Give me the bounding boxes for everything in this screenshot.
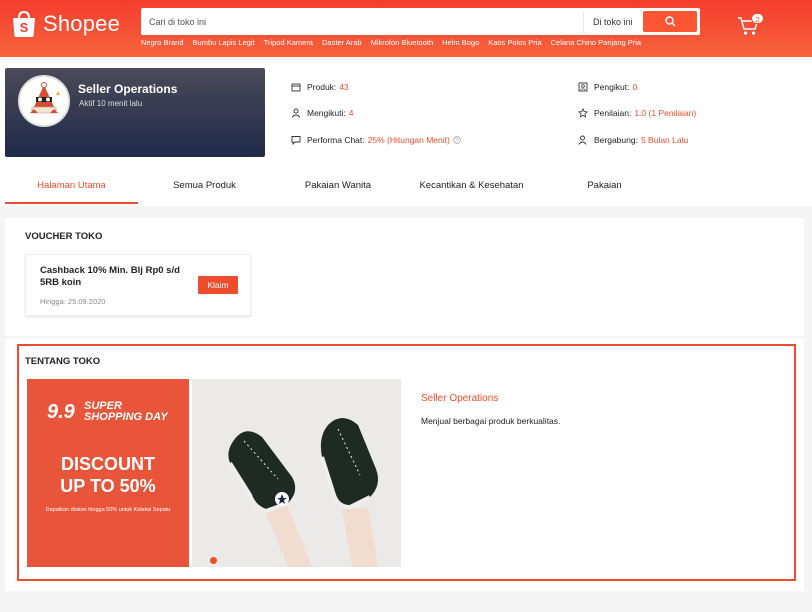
banner-discount: DISCOUNT UP TO 50% [27, 453, 189, 497]
cart-count-badge: 2 [751, 13, 764, 24]
search-input[interactable] [141, 8, 583, 35]
keyword-link[interactable]: Bumbu Lapis Legit [193, 38, 255, 47]
stat-bergabung-value: 5 Bulan Lalu [640, 135, 689, 145]
shop-name: Seller Operations [78, 82, 178, 96]
search-button[interactable] [643, 11, 697, 32]
voucher-section-title: VOUCHER TOKO [25, 231, 103, 242]
stat-bergabung: Bergabung: 5 Bulan Lalu [578, 135, 688, 145]
stat-pengikut: Pengikut: 0 [578, 82, 637, 92]
banner-discount-line2: UP TO 50% [60, 476, 156, 496]
shop-mascot-icon [20, 77, 68, 125]
user-check-icon [578, 135, 587, 145]
voucher-expiry: Hingga: 25.09.2020 [40, 297, 106, 306]
stat-penilaian: Penilaian: 1.0 (1 Penilaian) [578, 108, 696, 118]
store-icon [291, 83, 301, 92]
stat-mengikuti: Mengikuti: 4 [291, 108, 353, 118]
stat-performa-label: Performa Chat: [307, 135, 365, 145]
chat-icon [291, 136, 301, 145]
about-shop-name: Seller Operations [421, 393, 499, 404]
stat-produk: Produk: 43 [291, 82, 349, 92]
tab-pakaian[interactable]: Pakaian [538, 170, 671, 204]
banner-headline: 9.9 SUPER SHOPPING DAY [47, 401, 168, 424]
tab-halaman-utama[interactable]: Halaman Utama [5, 170, 138, 204]
search-icon [664, 16, 675, 27]
stat-penilaian-label: Penilaian: [594, 108, 632, 118]
about-section-title: TENTANG TOKO [25, 356, 101, 367]
banner-discount-line1: DISCOUNT [61, 454, 155, 474]
about-section: TENTANG TOKO 9.9 SUPER SHOPPING DAY DISC… [5, 339, 804, 591]
stat-bergabung-label: Bergabung: [594, 135, 638, 145]
about-shop-description: Menjual berbagai produk berkualitas. [421, 416, 561, 426]
banner-event: SUPER SHOPPING DAY [84, 401, 168, 423]
stat-penilaian-value: 1.0 (1 Penilaian) [634, 108, 697, 118]
stat-mengikuti-value: 4 [348, 108, 354, 118]
voucher-card: Cashback 10% Min. Blj Rp0 s/d 5RB koin H… [25, 254, 251, 316]
search-scope-label: Di toko ini [593, 16, 633, 27]
tab-pakaian-wanita[interactable]: Pakaian Wanita [271, 170, 405, 204]
banner-number: 9.9 [47, 401, 75, 423]
help-icon[interactable]: ? [453, 136, 461, 144]
tab-kecantikan-kesehatan[interactable]: Kecantikan & Kesehatan [405, 170, 538, 204]
star-icon [578, 108, 588, 118]
keyword-link[interactable]: Tripod Kamera [264, 38, 313, 47]
brand-name: Shopee [43, 11, 121, 36]
shopping-bag-icon: S [13, 10, 35, 37]
trending-keywords: Negro Brand Bumbu Lapis Legit Tripod Kam… [141, 38, 641, 47]
svg-text:?: ? [455, 138, 458, 144]
top-header: S Shopee Di toko ini Negro Brand Bumbu L… [0, 0, 812, 57]
tab-semua-produk[interactable]: Semua Produk [138, 170, 271, 204]
stat-pengikut-value: 0 [632, 82, 638, 92]
stat-performa-chat: Performa Chat: 25% (Hitungan Menit) ? [291, 135, 461, 145]
shop-card: Seller Operations Aktif 10 menit lalu [5, 68, 265, 157]
stat-produk-label: Produk: [307, 82, 337, 92]
banner-subtext: Dapatkan diskon hingga 50% untuk Koleksi… [45, 507, 171, 513]
stat-pengikut-label: Pengikut: [594, 82, 630, 92]
banner-event-line2: SHOPPING DAY [84, 411, 168, 423]
stat-produk-value: 43 [339, 82, 349, 92]
shop-profile: Seller Operations Aktif 10 menit lalu Pr… [0, 57, 812, 206]
cart-button[interactable]: 2 [737, 13, 764, 38]
user-add-icon [291, 108, 301, 118]
claim-button[interactable]: Klaim [198, 276, 238, 294]
promo-banner[interactable]: 9.9 SUPER SHOPPING DAY DISCOUNT UP TO 50… [27, 379, 189, 567]
shopee-logo[interactable]: S Shopee [11, 10, 120, 38]
keyword-link[interactable]: Daster Arab [322, 38, 362, 47]
shop-tabs: Halaman Utama Semua Produk Pakaian Wanit… [5, 170, 807, 204]
keyword-link[interactable]: Mikrofon Bluetooth [371, 38, 434, 47]
shop-avatar[interactable] [18, 75, 70, 127]
sneakers-photo[interactable] [192, 379, 401, 567]
voucher-section: VOUCHER TOKO Cashback 10% Min. Blj Rp0 s… [5, 218, 804, 336]
sneakers-image [192, 379, 401, 567]
keyword-link[interactable]: Helm Bogo [442, 38, 479, 47]
followers-icon [578, 82, 588, 92]
shop-active-status: Aktif 10 menit lalu [79, 99, 143, 108]
search-bar: Di toko ini [141, 8, 700, 35]
keyword-link[interactable]: Negro Brand [141, 38, 184, 47]
voucher-title: Cashback 10% Min. Blj Rp0 s/d 5RB koin [40, 265, 180, 288]
keyword-link[interactable]: Celana Chino Panjang Pria [551, 38, 641, 47]
carousel-dot-active[interactable] [210, 557, 217, 564]
stat-mengikuti-label: Mengikuti: [307, 108, 346, 118]
svg-text:S: S [20, 20, 29, 35]
keyword-link[interactable]: Kaos Polos Pria [488, 38, 541, 47]
stat-performa-value: 25% (Hitungan Menit) [367, 135, 450, 145]
